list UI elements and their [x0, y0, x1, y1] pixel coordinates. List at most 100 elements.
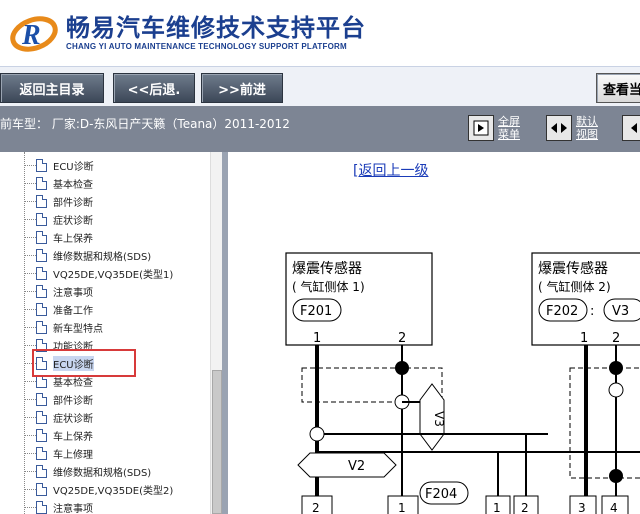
brand-subtitle: CHANG YI AUTO MAINTENANCE TECHNOLOGY SUP… [66, 42, 347, 51]
document-icon [36, 464, 47, 478]
tree-item[interactable]: 症状诊断 [24, 210, 93, 228]
tree-item[interactable]: 基本检查 [24, 174, 93, 192]
home-button[interactable]: 返回主目录 [0, 73, 104, 103]
tree-item-label[interactable]: 车上保养 [53, 230, 93, 245]
fullscreen-label[interactable]: 全屏菜单 [498, 115, 528, 141]
document-icon [36, 446, 47, 460]
tree-connector-line [24, 290, 36, 292]
splice-open-right [608, 382, 624, 398]
sidebar-scrollbar[interactable] [210, 152, 222, 514]
tree-connector-line [24, 416, 36, 418]
sidebar-scroll-thumb[interactable] [212, 370, 222, 514]
document-icon [36, 266, 47, 280]
tree-item-label[interactable]: 症状诊断 [53, 212, 93, 227]
tree-item[interactable]: 注意事项 [24, 498, 93, 514]
tree-connector-line [24, 200, 36, 202]
extra-icon [622, 115, 640, 141]
view-button[interactable]: 查看当 [596, 73, 640, 103]
bottom-pin-2: 1 [398, 501, 406, 514]
brand-title: 畅易汽车维修技术支持平台 [66, 14, 366, 42]
tree-item-label[interactable]: 准备工作 [53, 302, 93, 317]
back-button[interactable]: <<后退. [113, 73, 195, 103]
tree-item-label[interactable]: 车上修理 [53, 446, 93, 461]
v3-label: V3 [432, 411, 446, 427]
tree-item[interactable]: VQ25DE,VQ35DE(类型1) [24, 264, 173, 282]
sensor1-connector-label: F201 [300, 304, 332, 319]
tree-item[interactable]: 部件诊断 [24, 192, 93, 210]
f204-label: F204 [425, 487, 457, 502]
tree-item-label[interactable]: 部件诊断 [53, 194, 93, 209]
sensor2-tag: V3 [612, 304, 629, 319]
default-view-button[interactable]: 默认视图 [546, 115, 606, 141]
tree-item[interactable]: 车上修理 [24, 444, 93, 462]
tree-sidebar: ECU诊断 基本检查 部件诊断 症状诊断 车上保养 维修数据和规格(SDS) VQ25DE,… [0, 152, 222, 514]
fullscreen-menu-button[interactable]: 全屏菜单 [468, 115, 528, 141]
document-icon [36, 500, 47, 514]
model-info-bar: 前车型： 厂家:D-东风日产天籁（Teana）2011-2012 全屏菜单 默认… [0, 106, 640, 152]
content-pane: [返回上一级 爆震传感器 ( 气缸侧体 1) F201 1 2 爆震传感器 ( … [228, 152, 640, 514]
sensor2-title: 爆震传感器 [538, 260, 608, 277]
tree-item[interactable]: ECU诊断 [24, 156, 94, 174]
tree-item[interactable]: 准备工作 [24, 300, 93, 318]
sensor2-colon: : [590, 304, 594, 319]
toolbar: 返回主目录 <<后退. >>前进 查看当 [0, 66, 640, 106]
wiring-diagram: 爆震传感器 ( 气缸侧体 1) F201 1 2 爆震传感器 ( 气缸侧体 2)… [285, 252, 640, 514]
selection-highlight-box [32, 349, 136, 377]
tree-connector-line [24, 452, 36, 454]
vehicle-model-text: 前车型： 厂家:D-东风日产天籁（Teana）2011-2012 [0, 117, 290, 131]
app-header: R 畅易汽车维修技术支持平台 CHANG YI AUTO MAINTENANCE… [0, 0, 640, 66]
tree-item-label[interactable]: 注意事项 [53, 500, 93, 514]
tree-item[interactable]: 部件诊断 [24, 390, 93, 408]
document-icon [36, 302, 47, 316]
tree-item-label[interactable]: 维修数据和规格(SDS) [53, 464, 151, 479]
tree-item-label[interactable]: 部件诊断 [53, 392, 93, 407]
document-icon [36, 248, 47, 262]
splice-dot-left [395, 361, 409, 375]
tree-item[interactable]: 注意事项 [24, 282, 93, 300]
tree-item[interactable]: 维修数据和规格(SDS) [24, 462, 151, 480]
document-icon [36, 284, 47, 298]
sensor1-pin1: 1 [313, 331, 321, 346]
document-icon [36, 320, 47, 334]
tree-item-label[interactable]: 基本检查 [53, 176, 93, 191]
document-icon [36, 176, 47, 190]
tree-item[interactable]: 维修数据和规格(SDS) [24, 246, 151, 264]
sensor2-pin2: 2 [612, 331, 620, 346]
tree-connector-line [24, 380, 36, 382]
tree-connector-line [24, 254, 36, 256]
tree-item[interactable]: 车上保养 [24, 228, 93, 246]
document-icon [36, 410, 47, 424]
tree-connector-line [24, 272, 36, 274]
extra-button[interactable] [622, 115, 640, 141]
sensor2-pin1: 1 [580, 331, 588, 346]
tree-connector-line [24, 164, 36, 166]
tree-connector-line [24, 488, 36, 490]
document-icon [36, 230, 47, 244]
tree-item-label[interactable]: 注意事项 [53, 284, 93, 299]
tree-connector-line [24, 434, 36, 436]
tree-item[interactable]: VQ25DE,VQ35DE(类型2) [24, 480, 173, 498]
tree-item[interactable]: 症状诊断 [24, 408, 93, 426]
tree-item[interactable]: 车上保养 [24, 426, 93, 444]
document-icon [36, 392, 47, 406]
tree-item-label[interactable]: 新车型特点 [53, 320, 103, 335]
bottom-pin-5: 3 [578, 501, 586, 514]
tree-item-label[interactable]: VQ25DE,VQ35DE(类型1) [53, 266, 173, 281]
v2-label: V2 [348, 459, 365, 474]
bottom-pin-3: 1 [493, 501, 501, 514]
tree-connector-line [24, 326, 36, 328]
tree-connector-line [24, 182, 36, 184]
tree-connector-line [24, 218, 36, 220]
tree-item-label[interactable]: 维修数据和规格(SDS) [53, 248, 151, 263]
default-view-label[interactable]: 默认视图 [576, 115, 606, 141]
sensor1-pin2: 2 [398, 331, 406, 346]
tree-connector-line [24, 470, 36, 472]
tree-item-label[interactable]: 车上保养 [53, 428, 93, 443]
tree-item-label[interactable]: VQ25DE,VQ35DE(类型2) [53, 482, 173, 497]
forward-button[interactable]: >>前进 [201, 73, 283, 103]
tree-item-label[interactable]: ECU诊断 [53, 158, 94, 173]
document-icon [36, 158, 47, 172]
tree-item-label[interactable]: 症状诊断 [53, 410, 93, 425]
shield-left [301, 367, 443, 403]
tree-item[interactable]: 新车型特点 [24, 318, 103, 336]
